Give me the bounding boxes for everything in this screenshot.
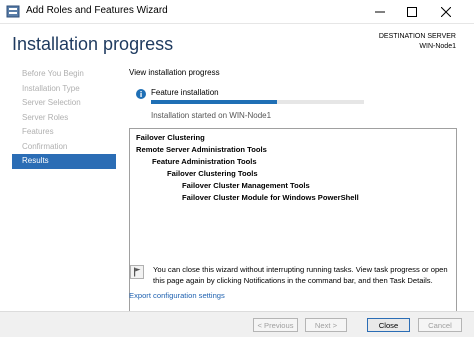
cancel-button[interactable]: Cancel (418, 318, 462, 332)
export-configuration-link[interactable]: Export configuration settings (129, 291, 225, 300)
nav-item-features: Features (22, 127, 54, 136)
minimize-icon (375, 11, 385, 13)
feature-installation-label: Feature installation (151, 88, 219, 97)
nav-item-installation-type: Installation Type (22, 83, 80, 93)
close-window-button[interactable] (430, 0, 462, 24)
wizard-footer: < Previous Next > Close Cancel (0, 311, 474, 337)
close-wizard-note: You can close this wizard without interr… (153, 265, 448, 285)
minimize-button[interactable] (364, 0, 396, 24)
page-title: Installation progress (12, 34, 174, 54)
list-item: Failover Clustering (136, 133, 205, 142)
info-icon (136, 86, 146, 99)
title-bar: Add Roles and Features Wizard (0, 0, 474, 24)
wizard-header: Installation progress DESTINATION SERVER… (0, 24, 474, 64)
nav-item-results[interactable]: Results (12, 154, 116, 169)
list-item: Failover Cluster Management Tools (182, 181, 310, 190)
installation-started-text: Installation started on WIN-Node1 (151, 111, 272, 120)
server-manager-icon (6, 5, 20, 18)
progress-bar-fill (151, 100, 277, 104)
list-item: Failover Clustering Tools (167, 169, 258, 178)
installation-progress-bar (151, 100, 364, 104)
nav-item-before-you-begin: Before You Begin (22, 69, 84, 78)
list-item: Failover Cluster Module for Windows Powe… (182, 193, 359, 202)
notification-flag-icon (130, 265, 144, 279)
nav-item-confirmation: Confirmation (22, 141, 68, 151)
close-button[interactable]: Close (367, 318, 410, 332)
results-list: Failover Clustering Remote Server Admini… (129, 128, 457, 315)
window-title: Add Roles and Features Wizard (26, 5, 168, 16)
list-item: Remote Server Administration Tools (136, 145, 267, 154)
nav-item-server-selection: Server Selection (22, 98, 81, 107)
view-progress-label: View installation progress (129, 68, 220, 77)
wizard-nav: Before You Begin Installation Type Serve… (12, 67, 116, 169)
nav-item-server-roles: Server Roles (22, 112, 69, 122)
destination-server-label: DESTINATION SERVER (378, 33, 456, 40)
list-item: Feature Administration Tools (152, 157, 257, 166)
close-icon (441, 7, 451, 17)
maximize-button[interactable] (396, 0, 428, 24)
next-button[interactable]: Next > (305, 318, 347, 332)
maximize-icon (407, 7, 417, 17)
destination-server-name: WIN-Node1 (419, 43, 456, 50)
previous-button[interactable]: < Previous (253, 318, 298, 332)
